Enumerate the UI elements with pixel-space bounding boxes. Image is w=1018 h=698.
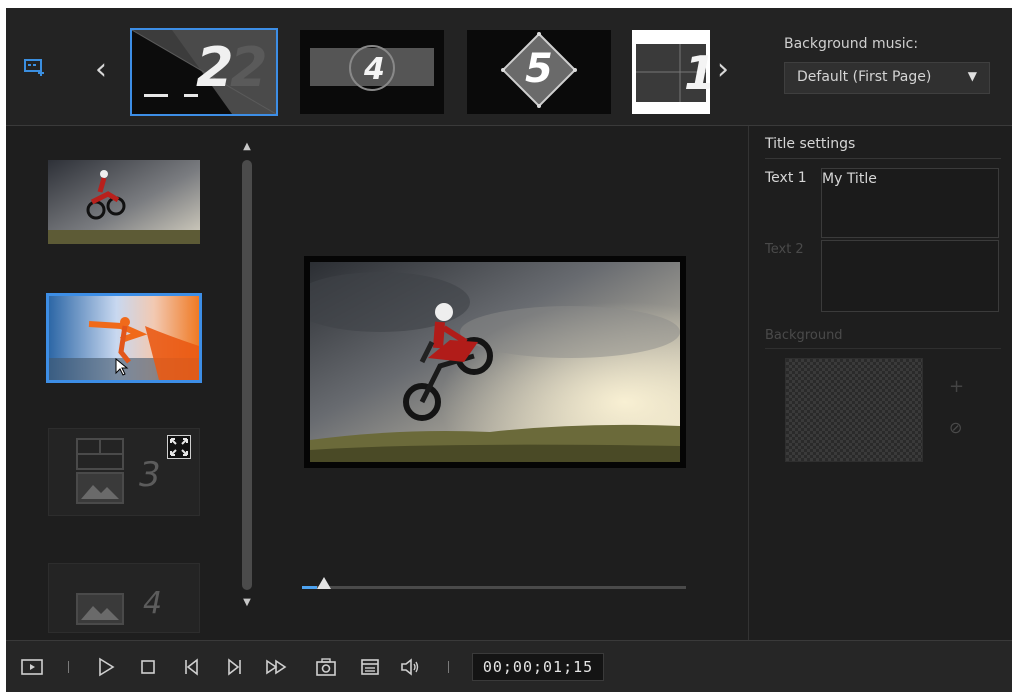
- background-music-select[interactable]: Default (First Page) ▼: [784, 62, 990, 94]
- preview-timeline[interactable]: [302, 577, 686, 589]
- timecode-display[interactable]: 00;00;01;15: [472, 653, 604, 681]
- template-thumb-2[interactable]: 2 2: [130, 28, 278, 116]
- template-number: 4: [364, 52, 385, 87]
- background-music-label: Background music:: [784, 36, 919, 52]
- page-thumbnail-1[interactable]: [48, 160, 200, 244]
- template-number-shadow: 2: [230, 36, 268, 99]
- previous-frame-icon[interactable]: [180, 655, 204, 679]
- text2-label: Text 2: [765, 242, 804, 257]
- scroll-down-arrow-icon[interactable]: ▼: [240, 596, 254, 610]
- stop-icon[interactable]: [136, 655, 160, 679]
- text1-label: Text 1: [765, 170, 807, 186]
- scroll-up-arrow-icon[interactable]: ▲: [240, 140, 254, 154]
- display-options-icon[interactable]: [358, 655, 382, 679]
- playback-toolbar: 00;00;01;15: [6, 640, 1012, 692]
- chevron-left-icon[interactable]: ‹: [90, 50, 112, 90]
- template-number: 2: [196, 36, 234, 99]
- fast-forward-icon[interactable]: [264, 655, 288, 679]
- snapshot-camera-icon[interactable]: [314, 655, 338, 679]
- remove-background-icon[interactable]: ⊘: [949, 418, 962, 437]
- next-frame-icon[interactable]: [222, 655, 246, 679]
- empty-page-placeholder: [76, 593, 124, 625]
- motocross-thumb-image: [48, 160, 200, 244]
- menu-designer-window: ‹ 2 2 4 5 › Background music: Default (F…: [6, 8, 1012, 692]
- timeline-scrubber-handle[interactable]: [317, 577, 331, 589]
- template-number: 5: [525, 46, 553, 92]
- text1-field[interactable]: My Title: [821, 168, 999, 238]
- preview-mode-icon[interactable]: [20, 655, 44, 679]
- volume-icon[interactable]: [398, 655, 422, 679]
- mouse-cursor-icon: [115, 358, 129, 376]
- page-number-4: 4: [143, 586, 163, 621]
- template-thumb-1[interactable]: 1: [632, 30, 710, 114]
- thumbnail-scrollbar[interactable]: ▲ ▼: [240, 140, 254, 612]
- timeline-progress: [302, 586, 317, 589]
- fit-expand-icon[interactable]: [167, 435, 191, 459]
- text2-field[interactable]: [821, 240, 999, 312]
- chevron-right-icon[interactable]: ›: [712, 50, 734, 90]
- page-number-3: 3: [139, 455, 161, 495]
- toolbar-separator: [448, 661, 449, 673]
- motocross-preview-image: [310, 262, 680, 462]
- background-label: Background: [765, 328, 843, 343]
- page-thumbnail-3[interactable]: 3: [48, 428, 200, 516]
- dropdown-caret-icon: ▼: [967, 69, 977, 83]
- divider: [765, 348, 1001, 349]
- page-thumbnail-4[interactable]: 4: [48, 563, 200, 633]
- template-thumb-4[interactable]: 4: [300, 30, 444, 114]
- template-bar: ‹ 2 2 4 5 › Background music: Default (F…: [6, 8, 1012, 126]
- divider: [765, 158, 1001, 159]
- background-music-value: Default (First Page): [797, 69, 932, 85]
- add-template-icon[interactable]: [24, 57, 46, 77]
- template-number: 1: [684, 46, 710, 100]
- title-settings-panel: Title settings Text 1 My Title Text 2 Ba…: [748, 126, 1012, 640]
- toolbar-separator: [68, 661, 69, 673]
- add-background-icon[interactable]: +: [949, 376, 964, 397]
- page-thumbnail-2[interactable]: [46, 293, 202, 383]
- template-thumb-5[interactable]: 5: [467, 30, 611, 114]
- background-swatch[interactable]: [785, 358, 923, 462]
- play-icon[interactable]: [94, 655, 118, 679]
- title-settings-heading: Title settings: [765, 136, 856, 152]
- page-preview: [304, 256, 686, 468]
- scrollbar-thumb[interactable]: [242, 160, 252, 590]
